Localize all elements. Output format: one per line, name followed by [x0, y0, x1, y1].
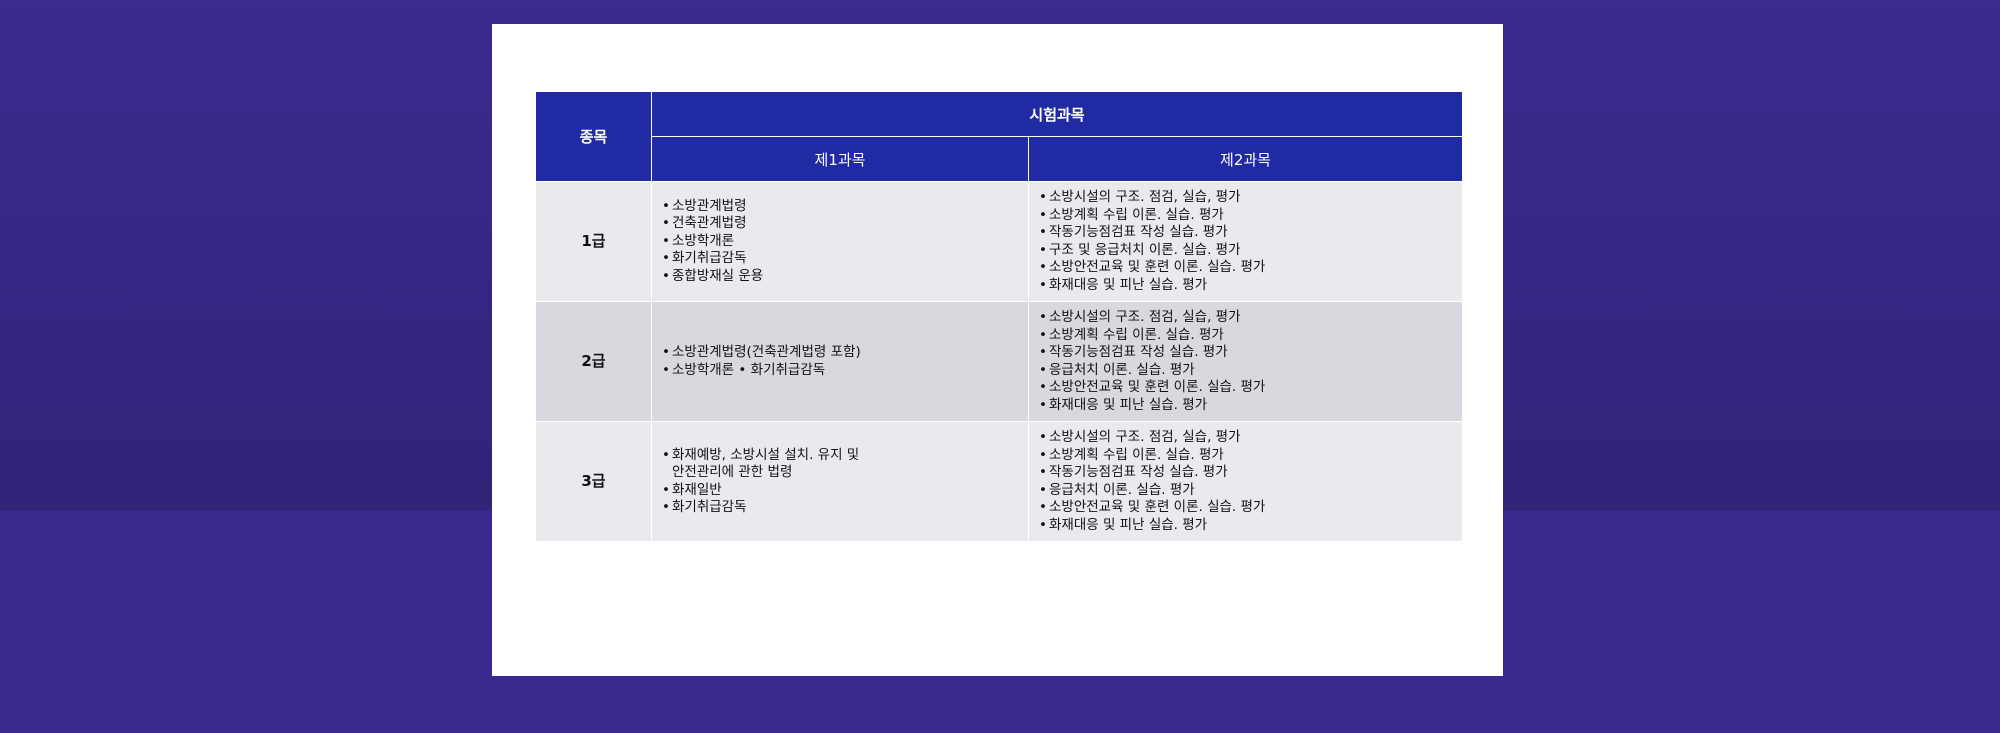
table-row-grade-1: 1급 • 소방관계법령 • 건축관계법령 • 소방학개론 • 화기취급감독 • 종합방재실… — [535, 181, 1464, 302]
list-item: • 화재예방, 소방시설 설치. 유지 및 — [662, 446, 860, 463]
list-item: • 소방안전교육 및 훈련 이론. 실습. 평가 — [1039, 379, 1266, 395]
list-item: • 소방시설의 구조. 점검, 실습, 평가 — [1039, 309, 1241, 325]
list-item: • 화재대응 및 피난 실습. 평가 — [1039, 516, 1208, 533]
header-subject-1: 제1과목 — [651, 136, 1029, 182]
list-item: • 소방관계법령(건축관계법령 포함) — [662, 344, 861, 360]
list-item: • 소방안전교육 및 훈련 이론. 실습. 평가 — [1039, 499, 1266, 515]
list-item: • 건축관계법령 — [662, 215, 747, 232]
list-item: • 종합방재실 운용 — [662, 267, 764, 284]
list-item: • 화재대응 및 피난 실습. 평가 — [1039, 276, 1208, 293]
list-item: • 소방학개론 • 화기취급감독 — [662, 361, 826, 378]
list-item: • 소방시설의 구조. 점검, 실습, 평가 — [1039, 429, 1241, 445]
header-subject-2: 제2과목 — [1027, 136, 1464, 182]
slide-card: 종목 시험과목 제1과목 제2과목 1급 • 소방관계법령 • 건축관계법령 • 소방… — [492, 24, 1503, 676]
subject1-cell: • 소방관계법령 • 건축관계법령 • 소방학개론 • 화기취급감독 • 종합방재실 운용 — [651, 181, 1029, 302]
subject1-cell: • 화재예방, 소방시설 설치. 유지 및 안전관리에 관한 법령 • 화재일반 •… — [651, 421, 1029, 542]
list-item-continuation: 안전관리에 관한 법령 — [672, 464, 793, 480]
list-item: • 소방학개론 — [662, 232, 735, 249]
list-item: • 응급처치 이론. 실습. 평가 — [1039, 361, 1195, 378]
subject2-cell: • 소방시설의 구조. 점검, 실습, 평가 • 소방계획 수립 이론. 실습. 평… — [1027, 181, 1464, 302]
list-item: • 작동기능점검표 작성 실습. 평가 — [1039, 224, 1228, 240]
exam-subjects-table: 종목 시험과목 제1과목 제2과목 1급 • 소방관계법령 • 건축관계법령 • 소방… — [535, 91, 1464, 542]
list-item: • 화재일반 — [662, 481, 722, 498]
list-item: • 소방시설의 구조. 점검, 실습, 평가 — [1039, 189, 1241, 205]
table-row-grade-2: 2급 • 소방관계법령(건축관계법령 포함) • 소방학개론 • 화기취급감독 • 소… — [535, 301, 1464, 422]
table-row-grade-3: 3급 • 화재예방, 소방시설 설치. 유지 및 안전관리에 관한 법령 • 화재일… — [535, 421, 1464, 542]
header-category: 종목 — [535, 91, 652, 182]
list-item: • 소방관계법령 — [662, 197, 747, 214]
list-item: • 화재대응 및 피난 실습. 평가 — [1039, 396, 1208, 413]
header-exam-subjects: 시험과목 — [650, 91, 1464, 137]
list-item: • 소방계획 수립 이론. 실습. 평가 — [1039, 206, 1224, 223]
list-item: • 소방안전교육 및 훈련 이론. 실습. 평가 — [1039, 259, 1266, 275]
grade-cell: 2급 — [535, 301, 652, 422]
list-item: • 화기취급감독 — [662, 499, 747, 515]
list-item: • 작동기능점검표 작성 실습. 평가 — [1039, 464, 1228, 480]
list-item: • 소방계획 수립 이론. 실습. 평가 — [1039, 326, 1224, 343]
list-item: • 구조 및 응급처치 이론. 실습. 평가 — [1039, 241, 1241, 258]
list-item: • 소방계획 수립 이론. 실습. 평가 — [1039, 446, 1224, 463]
subject2-cell: • 소방시설의 구조. 점검, 실습, 평가 • 소방계획 수립 이론. 실습. 평… — [1027, 301, 1464, 422]
subject1-cell: • 소방관계법령(건축관계법령 포함) • 소방학개론 • 화기취급감독 — [651, 301, 1029, 422]
grade-cell: 3급 — [535, 421, 652, 542]
list-item: • 화기취급감독 — [662, 250, 747, 267]
grade-cell: 1급 — [535, 181, 652, 302]
subject2-cell: • 소방시설의 구조. 점검, 실습, 평가 • 소방계획 수립 이론. 실습. 평… — [1027, 421, 1464, 542]
list-item: • 응급처치 이론. 실습. 평가 — [1039, 481, 1195, 498]
list-item: • 작동기능점검표 작성 실습. 평가 — [1039, 344, 1228, 360]
